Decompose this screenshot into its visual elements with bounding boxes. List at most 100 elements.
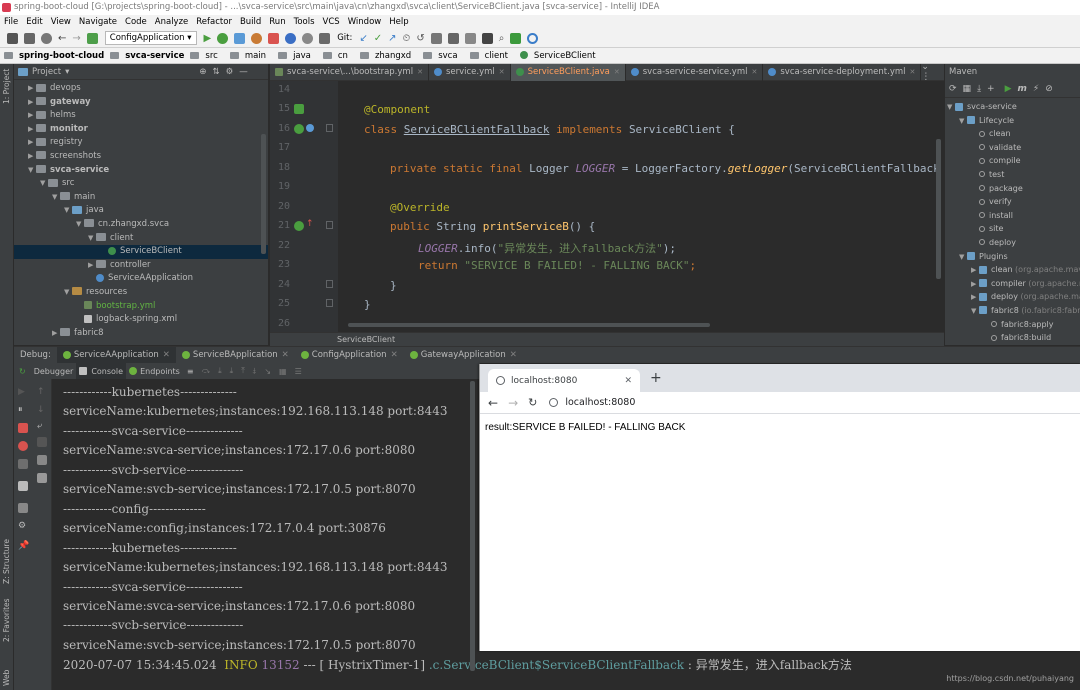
browser-tab[interactable]: localhost:8080 ✕ [488, 369, 640, 392]
close-icon[interactable]: ✕ [499, 64, 505, 81]
debug-tab-gateway[interactable]: GatewayApplication ✕ [404, 347, 523, 364]
editor-vertical-scrollbar[interactable] [936, 139, 941, 279]
rollback-icon[interactable]: ↺ [416, 33, 424, 44]
rerun-icon[interactable]: ↻ [14, 367, 31, 376]
tab-list-chevron-icon[interactable]: ⌄ ⋮ [921, 62, 944, 82]
subtab-console[interactable]: Console [76, 362, 127, 380]
maven-tree-item[interactable]: clean [945, 127, 1080, 141]
chevron-down-icon[interactable]: ▼ [64, 204, 72, 218]
project-scrollbar[interactable] [261, 134, 266, 254]
stop-icon[interactable] [268, 32, 280, 44]
sync-icon[interactable] [41, 32, 52, 44]
add-icon[interactable]: + [987, 84, 995, 94]
evaluate-icon[interactable]: ▦ [275, 367, 291, 376]
project-tree-item[interactable]: ▼ java [14, 204, 268, 218]
project-tree-item[interactable]: ▶ screenshots [14, 150, 268, 164]
close-icon[interactable]: ✕ [751, 64, 757, 81]
scroll-to-end-icon[interactable] [37, 437, 47, 447]
chevron-down-icon[interactable]: ▼ [40, 177, 48, 191]
nav-item-class[interactable]: ServiceBClient [519, 51, 602, 61]
back-arrow-icon[interactable]: ← [58, 33, 66, 44]
maven-tree-item[interactable]: install [945, 209, 1080, 223]
run-goal-icon[interactable]: ▶ [1005, 84, 1012, 94]
fold-marker-icon[interactable] [326, 299, 333, 307]
menu-edit[interactable]: Edit [22, 15, 46, 29]
chevron-down-icon[interactable]: ▼ [959, 251, 967, 265]
pin-icon[interactable]: 📌 [18, 541, 29, 551]
chevron-right-icon[interactable]: ▶ [28, 123, 36, 137]
step-into-icon[interactable]: ⤓ [214, 366, 226, 376]
structure-tool-tab[interactable]: Z: Structure [2, 539, 11, 584]
debug-tab-service-b[interactable]: ServiceBApplication ✕ [176, 347, 295, 364]
maven-tree-item[interactable]: validate [945, 141, 1080, 155]
spring-bean-gutter-icon[interactable] [294, 124, 304, 134]
close-icon[interactable]: ✕ [614, 64, 620, 81]
tab-service-yml[interactable]: service.yml ✕ [429, 63, 511, 81]
menu-run[interactable]: Run [265, 15, 289, 29]
nav-item-main[interactable]: main [229, 51, 272, 61]
download-icon[interactable]: ⤓ [977, 84, 981, 94]
chevron-down-icon[interactable]: ▼ [28, 164, 36, 178]
close-icon[interactable]: ✕ [282, 347, 289, 364]
chevron-down-icon[interactable]: ▾ [65, 67, 69, 77]
project-tree-item[interactable]: ▼ client [14, 232, 268, 246]
project-tree-item[interactable]: ▶ gateway [14, 96, 268, 110]
chevron-right-icon[interactable]: ▶ [971, 264, 979, 278]
save-icon[interactable] [24, 32, 35, 44]
menu-code[interactable]: Code [121, 15, 151, 29]
fold-marker-icon[interactable] [326, 124, 333, 132]
chevron-right-icon[interactable]: ▶ [52, 327, 60, 341]
tab-serviceb-client-java[interactable]: ServiceBClient.java ✕ [510, 63, 626, 81]
print-icon[interactable] [37, 455, 47, 465]
sdk-icon[interactable] [464, 32, 476, 44]
stop-icon[interactable] [18, 423, 28, 433]
chevron-down-icon[interactable]: ▼ [76, 218, 84, 232]
project-tree-item[interactable]: ▼ svca-service [14, 164, 268, 178]
reload-icon[interactable]: ⟳ [949, 84, 957, 94]
forward-arrow-icon[interactable]: → [72, 33, 80, 44]
menu-window[interactable]: Window [344, 15, 386, 29]
chevron-down-icon[interactable]: ▼ [52, 191, 60, 205]
chevron-down-icon[interactable]: ▼ [959, 115, 967, 129]
override-arrow-icon[interactable]: ↑ [306, 219, 314, 229]
update-icon[interactable] [285, 32, 297, 44]
build-hammer-icon[interactable] [86, 32, 98, 44]
git-commit-icon[interactable]: ✓ [374, 33, 382, 44]
step-over-icon[interactable]: ⤼ [198, 366, 215, 376]
override-gutter-icon[interactable] [294, 221, 304, 231]
maven-tree-item[interactable]: ▼ Plugins [945, 250, 1080, 264]
project-tree-item[interactable]: ▶ controller [14, 259, 268, 273]
menu-navigate[interactable]: Navigate [75, 15, 121, 29]
settings-wrench-icon[interactable] [430, 32, 442, 44]
tab-svca-service-deployment-yml[interactable]: svca-service-deployment.yml ✕ [763, 63, 922, 81]
menu-help[interactable]: Help [385, 15, 412, 29]
menu-vcs[interactable]: VCS [319, 15, 344, 29]
maven-tree-item[interactable]: verify [945, 195, 1080, 209]
chevron-right-icon[interactable]: ▶ [971, 291, 979, 305]
skip-tests-icon[interactable]: ⊘ [1045, 84, 1053, 94]
console-scrollbar[interactable] [470, 381, 475, 671]
nav-item-module[interactable]: svca-service [110, 51, 184, 61]
locate-target-icon[interactable]: ⊕ [199, 67, 206, 77]
subtab-debugger[interactable]: Debugger [31, 363, 77, 380]
debug-icon[interactable] [217, 32, 229, 44]
forward-arrow-icon[interactable]: → [508, 396, 518, 410]
new-tab-button[interactable]: + [650, 370, 662, 386]
nav-item-src[interactable]: src [190, 51, 223, 61]
restore-layout-icon[interactable]: ≡ [183, 367, 198, 376]
drop-frame-icon[interactable]: ⤈ [249, 366, 261, 376]
git-update-icon[interactable]: ↙ [359, 33, 367, 44]
fold-marker-icon[interactable] [326, 280, 333, 288]
chevron-down-icon[interactable]: ▼ [88, 232, 96, 246]
menu-file[interactable]: File [0, 15, 22, 29]
chevron-right-icon[interactable]: ▶ [28, 82, 36, 96]
force-step-into-icon[interactable]: ⤓ [226, 366, 238, 376]
profile-icon[interactable] [251, 32, 263, 44]
camera-icon[interactable] [18, 481, 28, 491]
step-out-icon[interactable]: ⤒ [237, 366, 249, 376]
maven-tree-item[interactable]: deploy [945, 236, 1080, 250]
back-arrow-icon[interactable]: ← [488, 396, 498, 410]
project-tree-item[interactable]: ▼ main [14, 191, 268, 205]
project-tree-item[interactable]: ServiceAApplication [14, 272, 268, 286]
project-tool-tab[interactable]: 1: Project [2, 69, 11, 104]
